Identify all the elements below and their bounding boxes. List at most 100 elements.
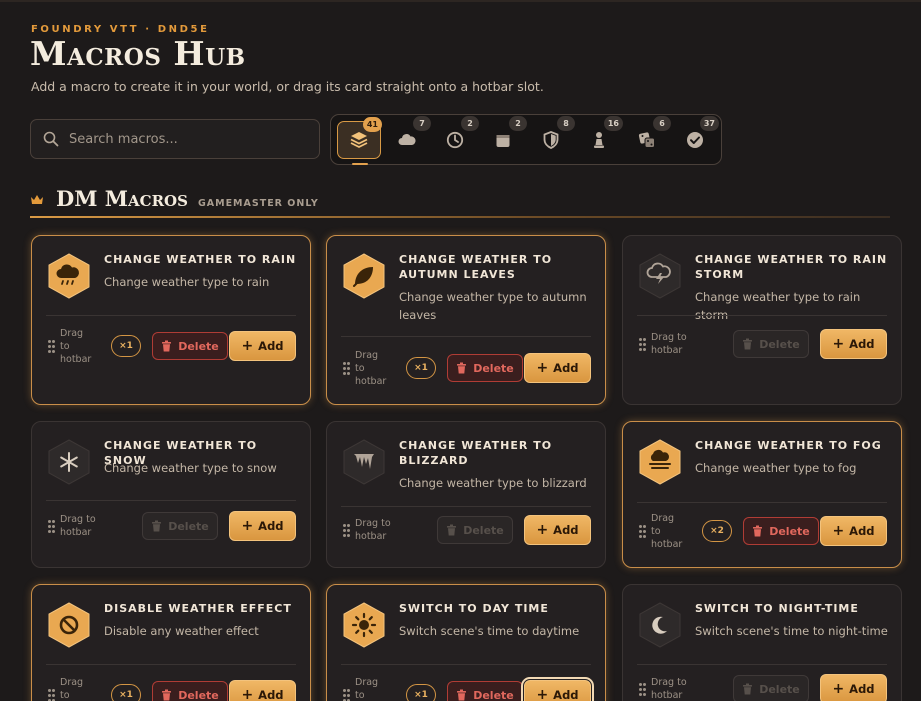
delete-label: Delete	[759, 682, 800, 696]
plus-icon: +	[832, 336, 845, 352]
active-indicator	[352, 163, 368, 165]
search-box[interactable]	[30, 119, 320, 159]
drag-handle[interactable]: Drag to hotbar	[639, 676, 697, 701]
filter-count: 8	[557, 116, 575, 131]
delete-label: Delete	[769, 524, 810, 538]
macro-card[interactable]: Switch to Night-Time Switch scene's time …	[622, 584, 902, 701]
add-button[interactable]: + Add	[229, 331, 296, 361]
delete-label: Delete	[463, 523, 504, 537]
drag-hint: Drag to hotbar	[651, 332, 687, 356]
add-button[interactable]: + Add	[229, 511, 296, 541]
macro-title: Change Weather to Autumn Leaves	[399, 253, 553, 281]
macro-icon-hex	[48, 602, 90, 648]
macro-card[interactable]: Change Weather to Snow Change weather typ…	[31, 421, 311, 568]
add-label: Add	[849, 682, 875, 696]
drag-handle[interactable]: Drag to hotbar	[48, 513, 106, 539]
plus-icon: +	[832, 523, 845, 539]
drag-hint: Drag to hotbar	[651, 512, 683, 550]
delete-button[interactable]: Delete	[447, 354, 523, 382]
add-button[interactable]: + Add	[820, 329, 887, 359]
drag-handle[interactable]: Drag to hotbar	[639, 331, 697, 357]
plus-icon: +	[241, 687, 254, 701]
delete-button[interactable]: Delete	[733, 330, 809, 358]
filter-dice-button[interactable]: 6	[625, 116, 671, 159]
drag-handle[interactable]: Drag to hotbar	[343, 517, 401, 543]
filter-items-button[interactable]: 2	[481, 116, 527, 159]
add-label: Add	[553, 361, 579, 375]
plus-icon: +	[241, 338, 254, 354]
filter-installed-button[interactable]: 37	[673, 116, 719, 159]
add-button[interactable]: + Add	[229, 680, 296, 701]
filter-tokens-button[interactable]: 16	[577, 116, 623, 159]
filter-time-button[interactable]: 2	[433, 116, 479, 159]
macro-card[interactable]: Change Weather to Autumn Leaves Change we…	[326, 235, 606, 405]
macro-title: Change Weather to Blizzard	[399, 439, 553, 467]
macro-card[interactable]: Disable Weather Effect Disable any weathe…	[31, 584, 311, 701]
drag-handle[interactable]: Drag to hotbar	[343, 349, 387, 388]
macro-card[interactable]: Change Weather to Fog Change weather type…	[622, 421, 902, 568]
drag-hint: Drag to hotbar	[355, 518, 391, 542]
trash-icon	[162, 689, 172, 701]
macro-icon-hex	[48, 253, 90, 299]
grip-icon	[343, 688, 350, 701]
crown-icon	[31, 195, 43, 204]
add-label: Add	[258, 339, 284, 353]
drag-handle[interactable]: Drag to hotbar	[48, 327, 92, 366]
section-title: DM Macros	[56, 186, 188, 211]
add-label: Add	[258, 519, 284, 533]
delete-label: Delete	[178, 339, 219, 353]
delete-button[interactable]: Delete	[142, 512, 218, 540]
macro-card[interactable]: Switch to Day Time Switch scene's time to…	[326, 584, 606, 701]
card-divider	[46, 500, 296, 501]
drag-handle[interactable]: Drag to hotbar	[48, 676, 88, 701]
drag-hint: Drag to hotbar	[60, 327, 92, 365]
grip-icon	[48, 688, 55, 701]
add-button[interactable]: + Add	[524, 515, 591, 545]
drag-handle[interactable]: Drag to hotbar	[343, 676, 383, 701]
add-button[interactable]: + Add	[820, 674, 887, 701]
section-tag: GAMEMASTER ONLY	[197, 198, 319, 209]
add-label: Add	[258, 688, 284, 701]
macro-title: Switch to Night-Time	[695, 602, 859, 615]
filter-count: 16	[603, 116, 623, 131]
plus-icon: +	[832, 681, 845, 697]
macro-card[interactable]: Change Weather to Rain Change weather typ…	[31, 235, 311, 405]
pawn-icon	[594, 132, 604, 148]
macro-card[interactable]: Change Weather to Blizzard Change weather…	[326, 421, 606, 568]
macro-description: Change weather type to snow	[104, 461, 277, 475]
installed-count-badge: ×1	[406, 684, 436, 701]
drag-handle[interactable]: Drag to hotbar	[639, 512, 683, 551]
plus-icon: +	[536, 522, 549, 538]
box-icon	[496, 135, 510, 147]
shield-icon	[543, 131, 559, 149]
delete-button[interactable]: Delete	[733, 675, 809, 701]
delete-button[interactable]: Delete	[152, 332, 228, 360]
add-button[interactable]: + Add	[820, 516, 887, 546]
search-input[interactable]	[69, 131, 299, 147]
delete-button[interactable]: Delete	[152, 681, 228, 701]
macro-icon-hex	[343, 602, 385, 648]
grip-icon	[343, 523, 350, 537]
drag-hint: Drag to hotbar	[355, 349, 387, 387]
delete-button[interactable]: Delete	[447, 681, 523, 701]
add-button[interactable]: + Add	[521, 677, 594, 701]
grip-icon	[639, 337, 646, 351]
macro-description: Switch scene's time to daytime	[399, 624, 580, 638]
grip-icon	[343, 361, 350, 375]
filter-all-button[interactable]: 41	[337, 117, 382, 165]
trash-icon	[743, 338, 753, 350]
card-divider	[637, 502, 887, 503]
delete-button[interactable]: Delete	[437, 516, 513, 544]
macro-icon-hex	[343, 253, 385, 299]
add-button[interactable]: + Add	[524, 353, 591, 383]
delete-button[interactable]: Delete	[743, 517, 819, 545]
add-label: Add	[849, 524, 875, 538]
filter-weather-button[interactable]: 7	[385, 116, 431, 159]
grip-icon	[639, 682, 646, 696]
section-divider	[30, 216, 890, 218]
plus-icon: +	[536, 360, 549, 376]
drag-hint: Drag to hotbar	[651, 677, 687, 701]
macro-card[interactable]: Change Weather to Rain Storm Change weath…	[622, 235, 902, 405]
filter-combat-button[interactable]: 8	[529, 116, 575, 159]
filter-count: 2	[461, 116, 479, 131]
